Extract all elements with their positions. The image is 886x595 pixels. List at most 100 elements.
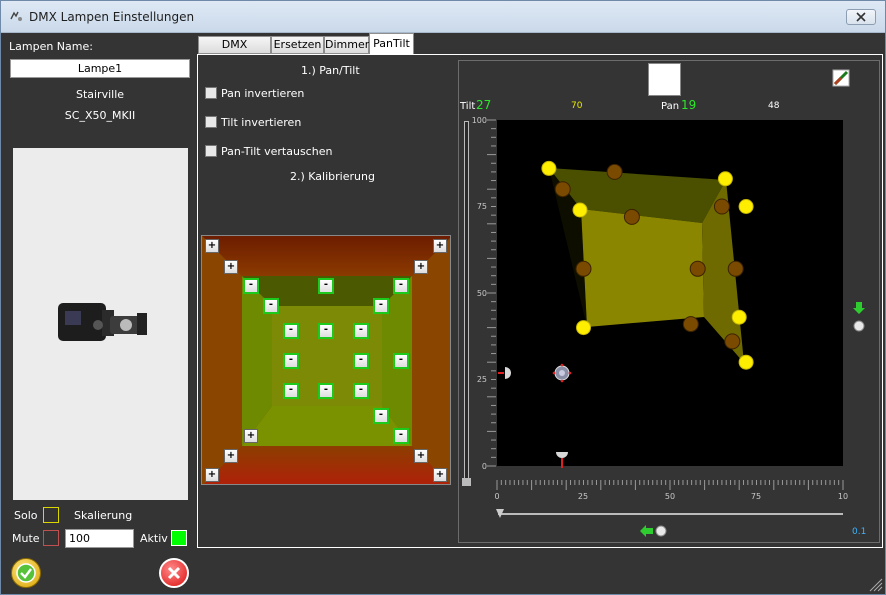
tab-pantilt[interactable]: PanTilt xyxy=(369,33,414,55)
calibration-point[interactable] xyxy=(717,171,733,187)
calibration-point[interactable] xyxy=(541,160,557,176)
calib-minus-button[interactable]: - xyxy=(393,353,409,369)
tilt-invert-label: Tilt invertieren xyxy=(221,116,302,129)
pan-scrollbar[interactable] xyxy=(498,513,843,515)
calib-minus-button[interactable]: - xyxy=(353,323,369,339)
tab-ersetzen[interactable]: Ersetzen xyxy=(271,36,324,54)
tilt-value-secondary: 70 xyxy=(571,101,583,111)
active-checkbox[interactable] xyxy=(171,530,187,546)
pan-label: Pan xyxy=(661,101,680,112)
model-label: SC_X50_MKII xyxy=(64,109,136,122)
y-tick-label: 50 xyxy=(476,289,487,298)
interpolation-point[interactable] xyxy=(682,316,699,333)
y-tick-label: 100 xyxy=(471,116,487,125)
resize-grip-icon[interactable] xyxy=(869,578,883,592)
x-tick-label: 50 xyxy=(664,492,676,501)
y-tick-label: 0 xyxy=(481,462,487,471)
y-tick-label: 75 xyxy=(476,202,487,211)
tilt-position-marker[interactable] xyxy=(498,365,516,381)
ok-button[interactable] xyxy=(11,558,41,588)
interpolation-point[interactable] xyxy=(606,163,623,180)
mute-label: Mute xyxy=(12,532,40,545)
pan-value-secondary: 48 xyxy=(768,101,780,111)
calib-minus-button[interactable]: - xyxy=(318,323,334,339)
check-icon xyxy=(16,563,36,583)
pan-value: 19 xyxy=(681,98,697,112)
calib-minus-button[interactable]: - xyxy=(243,278,259,294)
interpolation-point[interactable] xyxy=(689,260,706,277)
calibration-point[interactable] xyxy=(738,199,754,214)
interpolation-point[interactable] xyxy=(713,198,730,215)
active-label: Aktiv xyxy=(140,532,168,545)
cancel-icon xyxy=(167,566,181,580)
tab-dimmer[interactable]: Dimmer xyxy=(324,36,369,54)
interpolation-point[interactable] xyxy=(575,260,592,277)
x-axis-ticks xyxy=(496,480,844,490)
close-icon xyxy=(856,12,866,22)
pan-invert-label: Pan invertieren xyxy=(221,87,305,100)
calib-plus-button[interactable]: + xyxy=(205,239,219,253)
y-tick-label: 25 xyxy=(476,375,487,384)
calibration-point[interactable] xyxy=(576,320,591,336)
interpolation-point[interactable] xyxy=(724,333,741,350)
pan-invert-checkbox[interactable] xyxy=(205,87,217,99)
manufacturer-label: Stairville xyxy=(75,88,125,101)
solo-checkbox[interactable] xyxy=(43,507,59,523)
tilt-scrollbar[interactable] xyxy=(464,121,469,484)
close-button[interactable] xyxy=(846,9,876,25)
app-icon xyxy=(10,11,22,21)
calib-minus-button[interactable]: - xyxy=(283,353,299,369)
calib-minus-button[interactable]: - xyxy=(353,353,369,369)
lamp-name-field[interactable]: Lampe1 xyxy=(10,59,190,78)
scaling-label: Skalierung xyxy=(74,509,133,522)
tilt-scroll-thumb[interactable] xyxy=(462,478,471,486)
tilt-label: Tilt xyxy=(460,101,476,112)
calib-minus-button[interactable]: - xyxy=(353,383,369,399)
pan-position-marker[interactable] xyxy=(554,449,570,469)
calib-plus-button[interactable]: + xyxy=(433,468,447,482)
cancel-button[interactable] xyxy=(159,558,189,588)
calibration-point[interactable] xyxy=(738,354,754,370)
arrow-left-icon xyxy=(640,525,653,537)
horizontal-zoom-slider[interactable] xyxy=(639,524,669,538)
calibration-point[interactable] xyxy=(731,309,747,325)
pantilt-plot-canvas xyxy=(541,160,754,370)
interpolation-point[interactable] xyxy=(554,181,571,198)
calib-minus-button[interactable]: - xyxy=(283,383,299,399)
interpolation-point[interactable] xyxy=(727,260,744,277)
section-pan-tilt: 1.) Pan/Tilt xyxy=(301,64,360,77)
calibration-area[interactable]: + + + + + + + + + - - - - - - - - - - - … xyxy=(201,235,451,485)
calib-plus-button[interactable]: + xyxy=(224,260,238,274)
tab-dmx-adresse[interactable]: DMX Adresse xyxy=(198,36,271,67)
lamp-name-label: Lampen Name: xyxy=(9,40,93,53)
x-tick-label: 75 xyxy=(750,492,762,501)
calib-plus-button[interactable]: + xyxy=(205,468,219,482)
calib-minus-button[interactable]: - xyxy=(393,278,409,294)
vertical-zoom-slider[interactable] xyxy=(852,301,866,333)
solo-label: Solo xyxy=(14,509,38,522)
tilt-invert-checkbox[interactable] xyxy=(205,116,217,128)
calibration-point[interactable] xyxy=(572,202,588,218)
calib-plus-button[interactable]: + xyxy=(244,429,258,443)
calib-plus-button[interactable]: + xyxy=(414,449,428,463)
calib-minus-button[interactable]: - xyxy=(318,278,334,294)
pantilt-plot[interactable] xyxy=(497,120,843,466)
color-preview[interactable] xyxy=(648,63,681,96)
calib-minus-button[interactable]: - xyxy=(283,323,299,339)
interpolation-point[interactable] xyxy=(623,208,640,225)
calib-minus-button[interactable]: - xyxy=(373,408,389,424)
calib-plus-button[interactable]: + xyxy=(414,260,428,274)
swap-checkbox[interactable] xyxy=(205,145,217,157)
eyedropper-icon[interactable] xyxy=(832,69,850,87)
lamp-image xyxy=(13,148,188,500)
calib-plus-button[interactable]: + xyxy=(433,239,447,253)
calib-plus-button[interactable]: + xyxy=(224,449,238,463)
calib-minus-button[interactable]: - xyxy=(263,298,279,314)
calib-minus-button[interactable]: - xyxy=(318,383,334,399)
calib-minus-button[interactable]: - xyxy=(373,298,389,314)
swap-label: Pan-Tilt vertauschen xyxy=(221,145,333,158)
calib-minus-button[interactable]: - xyxy=(393,428,409,444)
beam-position-icon[interactable] xyxy=(551,363,573,383)
scaling-input[interactable]: 100 xyxy=(65,529,134,548)
mute-checkbox[interactable] xyxy=(43,530,59,546)
